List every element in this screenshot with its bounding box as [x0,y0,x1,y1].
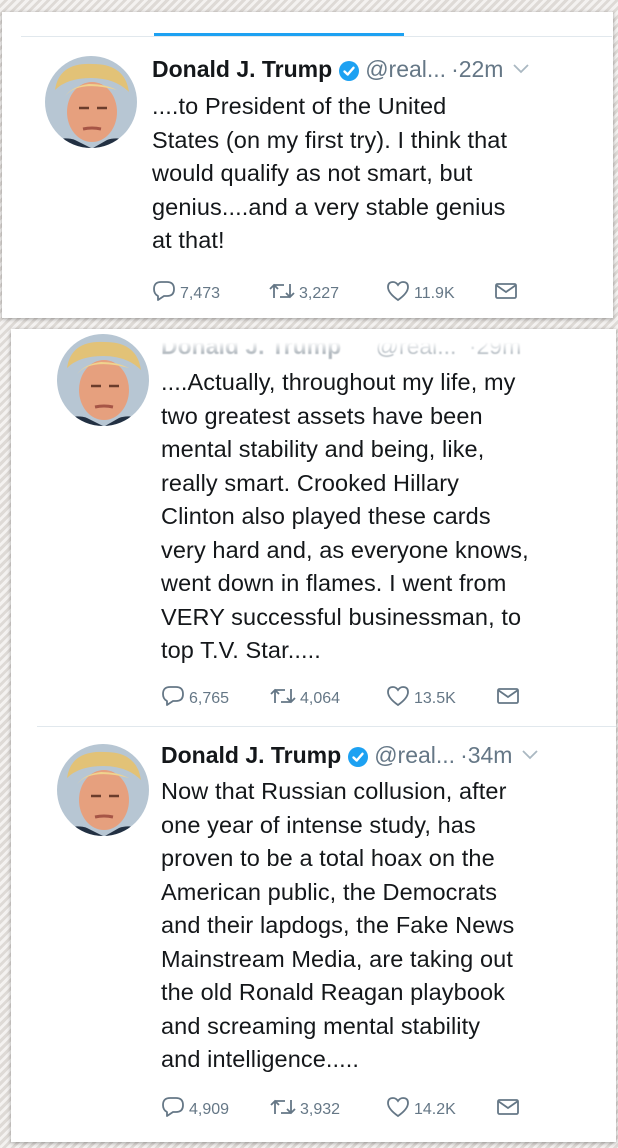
retweet-button[interactable]: 3,932 [270,1097,386,1122]
direct-message-button[interactable] [496,1098,524,1121]
reply-button[interactable]: 7,473 [152,280,269,307]
divider [37,726,616,727]
tweet-actions: 7,473 3,227 11.9K [152,280,522,307]
retweet-button[interactable]: 4,064 [270,686,386,711]
chevron-down-icon[interactable] [513,61,530,79]
verified-badge-icon [348,746,369,767]
like-count: 14.2K [414,1100,456,1118]
retweet-count: 3,932 [300,1100,341,1118]
like-count: 11.9K [414,284,455,302]
direct-message-button[interactable] [496,687,524,710]
tweet-text: ....to President of the United States (o… [152,93,508,253]
envelope-icon [496,687,524,710]
tweet-text: Now that Russian collusion, after one ye… [161,778,515,1072]
retweet-count: 3,227 [299,284,340,302]
tweet-header: Donald J. Trump @real... ·22m [152,56,530,83]
timestamp[interactable]: ·34m [460,742,512,769]
timestamp[interactable]: ·22m [451,56,503,83]
avatar[interactable] [57,334,149,426]
direct-message-button[interactable] [494,282,522,305]
retweet-icon [270,1097,300,1122]
screenshot-card-1: Donald J. Trump @real... ·22m ....to Pre… [2,12,613,318]
avatar[interactable] [45,56,137,148]
screenshot-card-2: Donald J. Trump @real... ·29m ....Actual… [11,329,616,1142]
retweet-button[interactable]: 3,227 [269,281,386,306]
tweet-header: Donald J. Trump @real... ·34m [161,742,539,769]
reply-button[interactable]: 6,765 [161,685,270,712]
heart-icon [386,1096,414,1123]
chevron-down-icon[interactable] [522,747,539,765]
reply-icon [161,1096,189,1123]
author-handle[interactable]: @real... [365,56,446,83]
avatar[interactable] [57,744,149,836]
reply-icon [152,280,180,307]
author-name[interactable]: Donald J. Trump [152,56,332,83]
envelope-icon [496,1098,524,1121]
reply-count: 4,909 [189,1100,230,1118]
reply-count: 7,473 [180,284,221,302]
retweet-count: 4,064 [300,689,341,707]
tweet-actions: 4,909 3,932 14.2K [161,1096,524,1123]
tweet-text: ....Actually, throughout my life, my two… [161,369,529,663]
like-button[interactable]: 14.2K [386,1096,496,1123]
verified-badge-icon [339,60,360,81]
tweet-actions: 6,765 4,064 13.5K [161,685,524,712]
like-button[interactable]: 13.5K [386,685,496,712]
heart-icon [386,685,414,712]
reply-icon [161,685,189,712]
retweet-icon [270,686,300,711]
author-name[interactable]: Donald J. Trump [161,742,341,769]
like-button[interactable]: 11.9K [386,280,494,307]
like-count: 13.5K [414,689,456,707]
author-handle[interactable]: @real... [374,742,455,769]
retweet-icon [269,281,299,306]
envelope-icon [494,282,522,305]
heart-icon [386,280,414,307]
reply-button[interactable]: 4,909 [161,1096,270,1123]
divider [21,36,612,37]
reply-count: 6,765 [189,689,230,707]
